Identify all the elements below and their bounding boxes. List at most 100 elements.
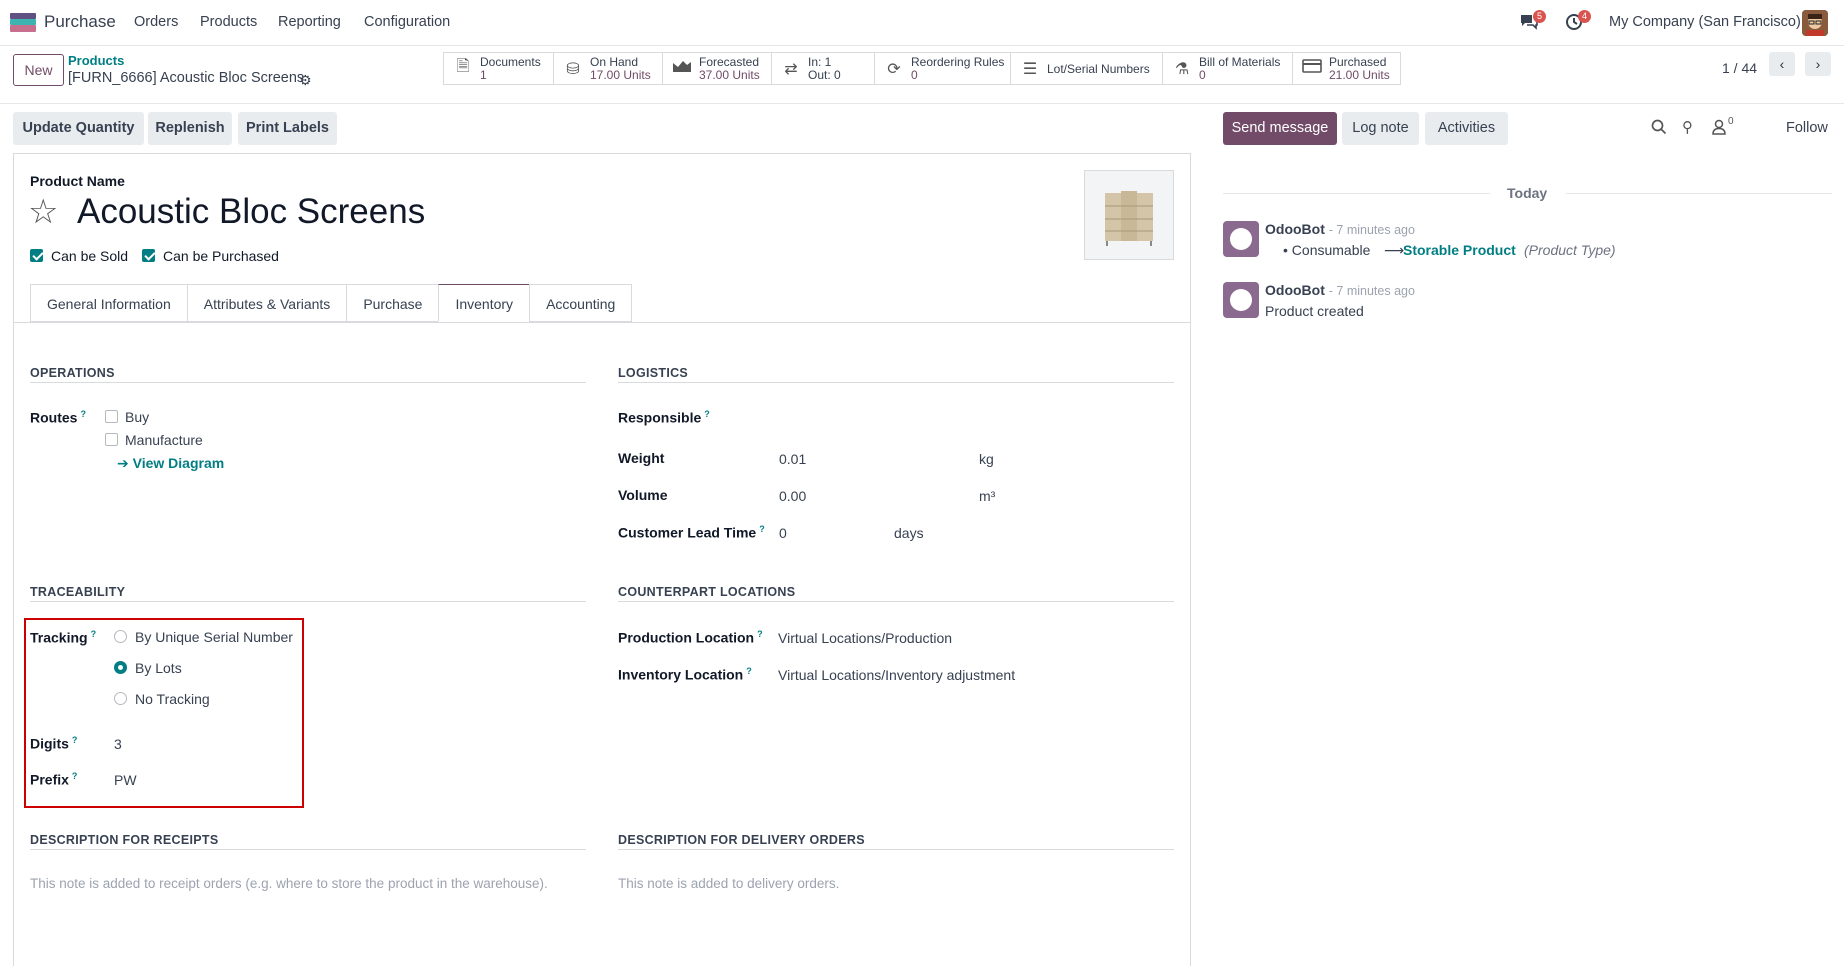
product-image[interactable]: [1084, 170, 1174, 260]
inventory-location-label: Inventory Location?: [618, 666, 752, 683]
smart-button-purchased[interactable]: Purchased 21.00 Units: [1292, 52, 1401, 85]
customer-lead-time-label: Customer Lead Time?: [618, 524, 765, 541]
product-name-label: Product Name: [30, 173, 125, 189]
product-name-field[interactable]: Acoustic Bloc Screens: [77, 192, 425, 232]
smart-value: 37.00 Units: [699, 67, 760, 82]
tab-purchase[interactable]: Purchase: [346, 284, 439, 322]
tracking-lots-radio[interactable]: [114, 661, 127, 674]
counterpart-section-title: COUNTERPART LOCATIONS: [618, 585, 796, 599]
message-author[interactable]: OdooBot - 7 minutes ago: [1265, 282, 1415, 298]
prefix-field[interactable]: PW: [114, 772, 137, 788]
smart-button-on-hand[interactable]: ⛁ On Hand 17.00 Units: [553, 52, 663, 85]
smart-label: Reordering Rules: [911, 54, 1005, 69]
paperclip-icon[interactable]: ⚲: [1682, 118, 1693, 136]
traceability-section-title: TRACEABILITY: [30, 585, 126, 599]
date-divider-right: [1566, 193, 1832, 194]
tab-attributes-variants[interactable]: Attributes & Variants: [186, 284, 347, 322]
send-message-button[interactable]: Send message: [1223, 112, 1337, 145]
app-name[interactable]: Purchase: [44, 12, 116, 32]
customer-lead-time-field[interactable]: 0: [779, 525, 787, 541]
weight-field[interactable]: 0.01: [779, 451, 806, 467]
route-manufacture-label: Manufacture: [125, 432, 203, 448]
odoobot-avatar[interactable]: [1223, 282, 1259, 318]
control-panel: New Products [FURN_6666] Acoustic Bloc S…: [0, 46, 1844, 104]
document-icon: 🗎: [456, 58, 470, 75]
route-buy-checkbox[interactable]: [105, 410, 118, 423]
prefix-label: Prefix?: [30, 771, 78, 788]
tracking-none-radio[interactable]: [114, 692, 127, 705]
production-location-field[interactable]: Virtual Locations/Production: [778, 630, 952, 646]
gear-icon[interactable]: ⚙: [299, 72, 312, 89]
arrow-right-icon: ⟶: [1384, 242, 1405, 258]
smart-value: 0: [1199, 67, 1206, 82]
digits-label: Digits?: [30, 735, 78, 752]
date-separator: Today: [1507, 185, 1548, 201]
view-diagram-link[interactable]: ➔ View Diagram: [117, 455, 224, 472]
receipts-description-field[interactable]: This note is added to receipt orders (e.…: [30, 873, 550, 894]
cubes-icon: ⛁: [566, 60, 580, 78]
smart-label: Bill of Materials: [1199, 54, 1281, 69]
smart-label: On Hand: [590, 54, 639, 69]
followers-icon[interactable]: [1712, 119, 1726, 138]
volume-label: Volume: [618, 487, 668, 503]
routes-label: Routes?: [30, 409, 86, 426]
favorite-star-icon[interactable]: ☆: [28, 192, 58, 232]
search-icon[interactable]: [1651, 119, 1667, 138]
customer-lead-time-unit: days: [894, 525, 924, 541]
tracking-label: Tracking?: [30, 629, 97, 646]
pager-previous-button[interactable]: ‹: [1769, 52, 1795, 76]
smart-button-documents[interactable]: 🗎 Documents 1: [443, 52, 554, 85]
activities-button[interactable]: Activities: [1425, 112, 1508, 145]
section-divider: [30, 382, 586, 383]
date-divider-left: [1223, 193, 1490, 194]
logistics-section-title: LOGISTICS: [618, 366, 689, 380]
update-quantity-button[interactable]: Update Quantity: [13, 112, 144, 145]
smart-label: In: 1: [808, 54, 832, 69]
menu-configuration[interactable]: Configuration: [364, 14, 450, 30]
inventory-location-field[interactable]: Virtual Locations/Inventory adjustment: [778, 667, 1015, 683]
delivery-description-field[interactable]: This note is added to delivery orders.: [618, 873, 1138, 894]
pager-next-button[interactable]: ›: [1805, 52, 1831, 76]
smart-button-reordering-rules[interactable]: ⟳ Reordering Rules 0: [874, 52, 1011, 85]
production-location-label: Production Location?: [618, 629, 763, 646]
replenish-button[interactable]: Replenish: [148, 112, 232, 145]
breadcrumb-products[interactable]: Products: [68, 53, 124, 68]
delivery-description-title: DESCRIPTION FOR DELIVERY ORDERS: [618, 833, 865, 847]
company-switcher[interactable]: My Company (San Francisco): [1609, 14, 1801, 30]
print-labels-button[interactable]: Print Labels: [238, 112, 337, 145]
arrow-right-icon: ➔: [117, 455, 133, 471]
route-manufacture-checkbox[interactable]: [105, 433, 118, 446]
volume-field[interactable]: 0.00: [779, 488, 806, 504]
smart-button-lot-serial[interactable]: ☰ Lot/Serial Numbers: [1010, 52, 1163, 85]
tab-accounting[interactable]: Accounting: [529, 284, 633, 322]
apps-menu-icon[interactable]: [10, 13, 36, 32]
odoobot-avatar[interactable]: [1223, 221, 1259, 257]
message-author[interactable]: OdooBot - 7 minutes ago: [1265, 221, 1415, 237]
log-note-button[interactable]: Log note: [1342, 112, 1419, 145]
can-be-sold-checkbox[interactable]: [30, 249, 43, 262]
followers-count: 0: [1728, 116, 1734, 127]
follow-button[interactable]: Follow: [1786, 120, 1828, 136]
route-buy-label: Buy: [125, 409, 150, 425]
user-avatar[interactable]: [1802, 10, 1828, 36]
section-divider: [618, 601, 1174, 602]
responsible-label: Responsible?: [618, 409, 710, 426]
smart-button-bill-of-materials[interactable]: ⚗ Bill of Materials 0: [1162, 52, 1293, 85]
refresh-icon: ⟳: [887, 60, 901, 78]
pager-value[interactable]: 1 / 44: [1722, 60, 1757, 76]
tracking-serial-radio[interactable]: [114, 630, 127, 643]
smart-button-in-out[interactable]: ⇄ In: 1 Out: 0: [771, 52, 875, 85]
tab-inventory[interactable]: Inventory: [438, 284, 530, 322]
tracking-lots-label: By Lots: [135, 660, 182, 676]
tab-general-information[interactable]: General Information: [30, 284, 187, 322]
new-button[interactable]: New: [13, 54, 64, 86]
smart-value: Out: 0: [808, 67, 841, 82]
exchange-icon: ⇄: [784, 60, 798, 78]
can-be-purchased-checkbox[interactable]: [142, 249, 155, 262]
smart-button-forecasted[interactable]: Forecasted 37.00 Units: [662, 52, 772, 85]
menu-products[interactable]: Products: [200, 14, 257, 30]
menu-orders[interactable]: Orders: [134, 14, 178, 30]
smart-label: Lot/Serial Numbers: [1047, 61, 1150, 76]
menu-reporting[interactable]: Reporting: [278, 14, 341, 30]
digits-field[interactable]: 3: [114, 736, 122, 752]
